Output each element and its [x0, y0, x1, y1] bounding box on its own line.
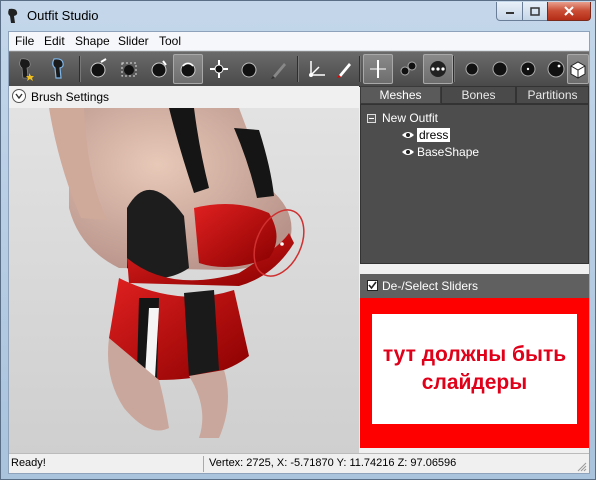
resize-grip-icon[interactable] [577, 462, 587, 472]
translate-tool-button[interactable] [301, 54, 331, 84]
select-sliders-label: De-/Select Sliders [382, 279, 479, 293]
close-icon [564, 6, 574, 16]
medium-sphere-button[interactable] [513, 54, 543, 84]
app-window: Outfit Studio File Edit Shape Slider Too… [0, 0, 596, 480]
slider-header: De-/Select Sliders [360, 274, 589, 298]
deflate-brush-button[interactable] [114, 54, 144, 84]
select-sliders-checkbox[interactable] [367, 280, 378, 291]
brush-settings-label: Brush Settings [31, 90, 110, 104]
mesh-tree: New Outfit dress BaseShape [360, 104, 589, 264]
deflate-brush-icon [121, 62, 137, 77]
menu-tool[interactable]: Tool [159, 34, 181, 48]
collapse-icon[interactable] [367, 113, 376, 123]
note-line-2: слайдеры [421, 371, 528, 394]
show-points-icon [430, 61, 446, 77]
panel-divider [360, 264, 589, 274]
maximize-button[interactable] [522, 2, 548, 21]
tab-meshes[interactable]: Meshes [360, 86, 441, 104]
paint-button[interactable] [329, 54, 359, 84]
note-line-1: тут должны быть [382, 343, 567, 366]
small-sphere-icon [492, 61, 508, 77]
3d-viewport[interactable] [9, 108, 359, 453]
menu-shape[interactable]: Shape [75, 34, 110, 48]
window-title: Outfit Studio [27, 8, 99, 23]
show-points-button[interactable] [423, 54, 453, 84]
tree-root[interactable]: New Outfit [367, 110, 438, 126]
client-area: File Edit Shape Slider Tool Brush Settin… [8, 31, 590, 474]
mirror-x-button[interactable] [363, 54, 393, 84]
eye-icon[interactable] [401, 147, 415, 157]
menu-slider[interactable]: Slider [118, 34, 149, 48]
right-panel-tabs: Meshes Bones Partitions [360, 86, 589, 104]
smooth-brush-button[interactable] [173, 54, 203, 84]
small-sphere-button[interactable] [485, 54, 515, 84]
select-button[interactable] [11, 54, 41, 84]
translate-tool-icon [309, 61, 325, 77]
tree-item-dress[interactable]: dress [401, 127, 451, 143]
tree-item-label: dress [417, 128, 451, 142]
tiny-sphere-button[interactable] [457, 54, 487, 84]
shaded-view-icon [570, 61, 586, 79]
minimize-button[interactable] [496, 2, 523, 21]
toolbar [9, 51, 589, 87]
close-button[interactable] [547, 2, 591, 21]
transform-button[interactable] [204, 54, 234, 84]
inflate-brush-button[interactable] [83, 54, 113, 84]
app-icon [8, 8, 18, 23]
status-text: Ready! [11, 457, 46, 469]
paint-icon [337, 63, 351, 78]
checkmark-icon [368, 281, 377, 290]
smooth-brush-icon [180, 62, 196, 78]
inflate-brush-icon [90, 58, 107, 78]
tree-item-label: BaseShape [417, 145, 480, 159]
vertex-readout: Vertex: 2725, X: -5.71870 Y: 11.74216 Z:… [209, 457, 457, 469]
eye-icon[interactable] [401, 130, 415, 140]
menu-file[interactable]: File [15, 34, 34, 48]
weight-brush-icon [271, 63, 286, 79]
transform-icon [210, 60, 228, 78]
brush-settings-header[interactable]: Brush Settings [9, 86, 359, 108]
tiny-sphere-icon [465, 62, 479, 76]
move-brush-icon [151, 60, 167, 78]
pose-brush-icon [241, 62, 257, 78]
move-brush-button[interactable] [144, 54, 174, 84]
select-icon [19, 58, 34, 81]
tab-partitions[interactable]: Partitions [516, 86, 589, 104]
tree-root-label: New Outfit [382, 111, 439, 125]
sliders-placeholder-note: тут должны быть слайдеры [372, 314, 577, 424]
sliders-panel: тут должны быть слайдеры [360, 298, 589, 448]
mirror-x-icon [370, 60, 386, 78]
medium-sphere-icon [520, 61, 536, 77]
tab-bones[interactable]: Bones [441, 86, 516, 104]
vertex-select-icon [400, 61, 417, 76]
weight-brush-button[interactable] [264, 54, 294, 84]
status-divider [203, 456, 204, 472]
mask-brush-button[interactable] [44, 54, 74, 84]
model-render [49, 108, 305, 438]
tree-item-baseshape[interactable]: BaseShape [401, 144, 479, 160]
chevron-down-icon[interactable] [12, 89, 26, 103]
pose-brush-button[interactable] [234, 54, 264, 84]
title-bar[interactable]: Outfit Studio [1, 1, 595, 31]
shaded-view-button[interactable] [567, 54, 589, 84]
maximize-icon [530, 6, 540, 16]
minimize-icon [505, 12, 514, 14]
status-bar: Ready! Vertex: 2725, X: -5.71870 Y: 11.7… [9, 453, 589, 473]
vertex-select-button[interactable] [393, 54, 423, 84]
menu-edit[interactable]: Edit [44, 34, 65, 48]
large-sphere-icon [547, 60, 565, 78]
mask-brush-icon [52, 58, 64, 79]
menu-bar: File Edit Shape Slider Tool [9, 32, 589, 51]
